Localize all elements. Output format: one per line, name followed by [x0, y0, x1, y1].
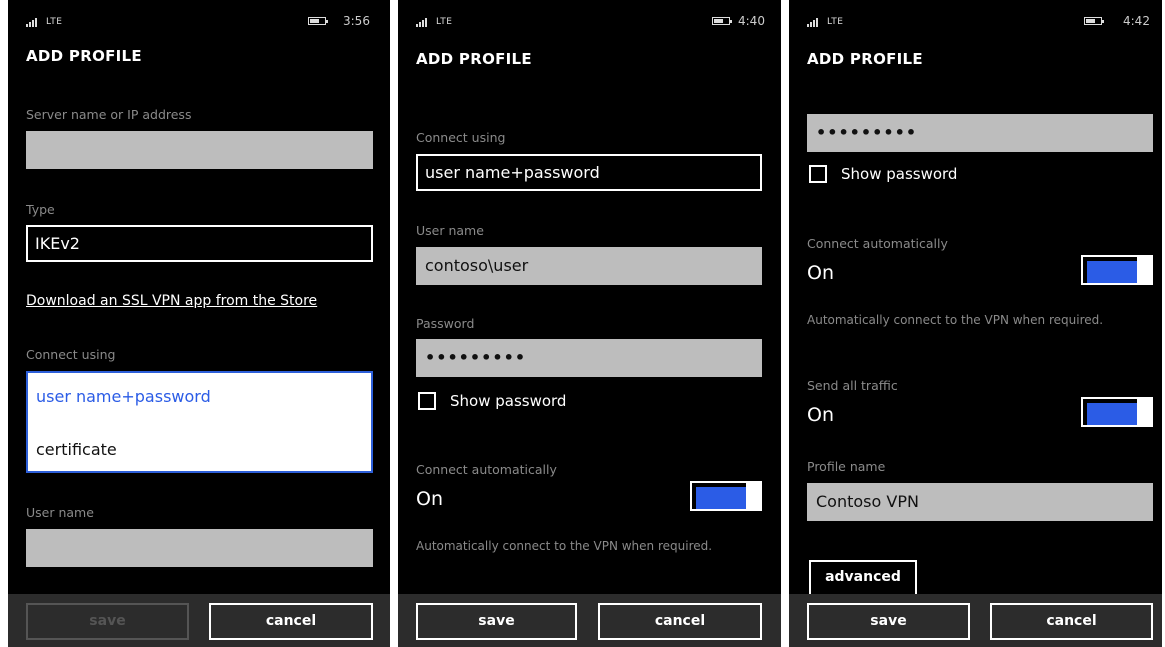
page-title: ADD PROFILE [26, 47, 142, 65]
connect-using-label: Connect using [416, 130, 506, 145]
auto-connect-state: On [807, 262, 834, 284]
signal-icon [416, 16, 428, 27]
network-label: LTE [436, 17, 453, 27]
option-certificate[interactable]: certificate [36, 440, 117, 459]
screen-add-profile-3: LTE 4:42 ADD PROFILE ••••••••• Show pass… [789, 0, 1162, 647]
profile-name-input[interactable]: Contoso VPN [807, 483, 1153, 521]
auto-connect-description: Automatically connect to the VPN when re… [807, 313, 1104, 327]
server-label: Server name or IP address [26, 107, 192, 122]
auto-connect-toggle[interactable] [690, 481, 762, 511]
show-password-label: Show password [841, 165, 958, 183]
username-label: User name [26, 505, 94, 520]
battery-icon [308, 17, 328, 25]
connect-using-label: Connect using [26, 347, 116, 362]
battery-icon [712, 17, 732, 25]
option-username-password[interactable]: user name+password [36, 387, 211, 406]
server-input[interactable] [26, 131, 373, 169]
send-traffic-toggle[interactable] [1081, 397, 1153, 427]
status-bar: LTE 4:40 [398, 14, 781, 30]
send-traffic-label: Send all traffic [807, 378, 898, 393]
app-bar: save cancel [789, 594, 1162, 647]
show-password-checkbox[interactable] [809, 165, 827, 183]
cancel-button[interactable]: cancel [990, 603, 1153, 640]
signal-icon [26, 16, 38, 27]
app-bar: save cancel [8, 594, 390, 647]
type-label: Type [26, 202, 55, 217]
username-label: User name [416, 223, 484, 238]
status-bar: LTE 3:56 [8, 14, 390, 30]
page-title: ADD PROFILE [807, 50, 923, 68]
type-picker[interactable]: IKEv2 [26, 225, 373, 262]
send-traffic-state: On [807, 404, 834, 426]
auto-connect-state: On [416, 488, 443, 510]
show-password-label: Show password [450, 392, 567, 410]
cancel-button[interactable]: cancel [598, 603, 762, 640]
save-button[interactable]: save [416, 603, 577, 640]
advanced-button[interactable]: advanced [809, 560, 917, 594]
store-link[interactable]: Download an SSL VPN app from the Store [26, 293, 317, 309]
battery-icon [1084, 17, 1104, 25]
profile-name-label: Profile name [807, 459, 886, 474]
status-time: 4:42 [1123, 14, 1150, 28]
connect-using-dropdown[interactable]: user name+password certificate [26, 371, 373, 473]
save-button[interactable]: save [807, 603, 970, 640]
status-bar: LTE 4:42 [789, 14, 1162, 30]
screen-add-profile-1: LTE 3:56 ADD PROFILE Server name or IP a… [8, 0, 390, 647]
auto-connect-description: Automatically connect to the VPN when re… [416, 539, 713, 553]
network-label: LTE [46, 17, 63, 27]
auto-connect-label: Connect automatically [807, 236, 948, 251]
page-title: ADD PROFILE [416, 50, 532, 68]
show-password-checkbox[interactable] [418, 392, 436, 410]
signal-icon [807, 16, 819, 27]
password-input[interactable]: ••••••••• [416, 339, 762, 377]
cancel-button[interactable]: cancel [209, 603, 373, 640]
auto-connect-label: Connect automatically [416, 462, 557, 477]
password-input[interactable]: ••••••••• [807, 114, 1153, 152]
screen-add-profile-2: LTE 4:40 ADD PROFILE Connect using user … [398, 0, 781, 647]
status-time: 4:40 [738, 14, 765, 28]
status-time: 3:56 [343, 14, 370, 28]
username-input[interactable] [26, 529, 373, 567]
app-bar: save cancel [398, 594, 781, 647]
auto-connect-toggle[interactable] [1081, 255, 1153, 285]
username-input[interactable]: contoso\user [416, 247, 762, 285]
connect-using-picker[interactable]: user name+password [416, 154, 762, 191]
network-label: LTE [827, 17, 844, 27]
save-button[interactable]: save [26, 603, 189, 640]
password-label: Password [416, 316, 475, 331]
